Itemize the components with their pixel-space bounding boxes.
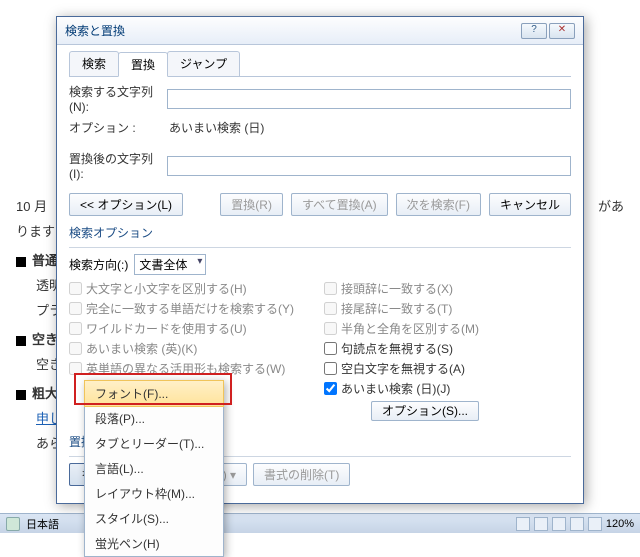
doc-heading: 粗大 bbox=[32, 386, 58, 401]
status-language[interactable]: 日本語 bbox=[26, 516, 59, 532]
chk-label: 空白文字を無視する(A) bbox=[341, 360, 465, 377]
chk-label: ワイルドカードを使用する(U) bbox=[86, 320, 247, 337]
menu-item-font[interactable]: フォント(F)... bbox=[84, 380, 224, 407]
view-btn[interactable] bbox=[552, 517, 566, 531]
help-button[interactable]: ? bbox=[521, 23, 547, 39]
find-what-input[interactable] bbox=[167, 89, 571, 109]
chk-word-forms bbox=[69, 362, 82, 375]
chk-label: 接尾辞に一致する(T) bbox=[341, 300, 452, 317]
chk-label: 完全に一致する単語だけを検索する(Y) bbox=[86, 300, 294, 317]
chk-label: 句読点を無視する(S) bbox=[341, 340, 453, 357]
replace-button[interactable]: 置換(R) bbox=[220, 193, 283, 216]
direction-label: 検索方向(:) bbox=[69, 256, 128, 273]
chk-ignore-punct[interactable] bbox=[324, 342, 337, 355]
tab-find[interactable]: 検索 bbox=[69, 51, 119, 76]
search-options-heading: 検索オプション bbox=[69, 224, 571, 241]
find-next-button[interactable]: 次を検索(F) bbox=[396, 193, 481, 216]
view-btn[interactable] bbox=[588, 517, 602, 531]
less-options-button[interactable]: << オプション(L) bbox=[69, 193, 183, 216]
tab-goto[interactable]: ジャンプ bbox=[167, 51, 240, 76]
no-formatting-button[interactable]: 書式の削除(T) bbox=[253, 463, 350, 486]
divider bbox=[69, 247, 571, 248]
tab-replace[interactable]: 置換 bbox=[118, 52, 168, 77]
chk-whole-word bbox=[69, 302, 82, 315]
doc-text: 10 月 bbox=[16, 199, 47, 214]
chk-label: あいまい検索 (日)(J) bbox=[341, 380, 450, 397]
doc-heading: 空き bbox=[32, 332, 58, 347]
cancel-button[interactable]: キャンセル bbox=[489, 193, 571, 216]
sounds-like-options-button[interactable]: オプション(S)... bbox=[371, 401, 479, 421]
replace-with-input[interactable] bbox=[167, 156, 571, 176]
bullet-icon bbox=[16, 390, 26, 400]
find-what-label: 検索する文字列(N): bbox=[69, 83, 167, 114]
zoom-value[interactable]: 120% bbox=[606, 518, 634, 530]
close-button[interactable]: ✕ bbox=[549, 23, 575, 39]
chk-suffix bbox=[324, 302, 337, 315]
chk-label: あいまい検索 (英)(K) bbox=[86, 340, 197, 357]
status-icon[interactable] bbox=[6, 517, 20, 531]
direction-select[interactable]: 文書全体 bbox=[134, 254, 206, 275]
chk-label: 半角と全角を区別する(M) bbox=[341, 320, 479, 337]
options-label: オプション : bbox=[69, 119, 167, 136]
dialog-titlebar[interactable]: 検索と置換 ? ✕ bbox=[57, 17, 583, 45]
tab-strip: 検索 置換 ジャンプ bbox=[69, 51, 571, 77]
view-btn[interactable] bbox=[534, 517, 548, 531]
view-btn[interactable] bbox=[570, 517, 584, 531]
replace-all-button[interactable]: すべて置換(A) bbox=[291, 193, 388, 216]
format-popup-menu: フォント(F)... 段落(P)... タブとリーダー(T)... 言語(L).… bbox=[84, 380, 224, 557]
chk-wildcards bbox=[69, 322, 82, 335]
doc-text: があ bbox=[598, 196, 624, 215]
chk-sounds-like-en bbox=[69, 342, 82, 355]
menu-item-tabs[interactable]: タブとリーダー(T)... bbox=[85, 431, 223, 456]
options-value: あいまい検索 (日) bbox=[169, 119, 264, 136]
chk-ignore-space[interactable] bbox=[324, 362, 337, 375]
chk-label: 大文字と小文字を区別する(H) bbox=[86, 280, 247, 297]
menu-item-highlight[interactable]: 蛍光ペン(H) bbox=[85, 531, 223, 556]
chk-label: 接頭辞に一致する(X) bbox=[341, 280, 453, 297]
dialog-title: 検索と置換 bbox=[65, 22, 125, 39]
chk-label: 英単語の異なる活用形も検索する(W) bbox=[86, 360, 285, 377]
replace-with-label: 置換後の文字列(I): bbox=[69, 150, 167, 181]
menu-item-frame[interactable]: レイアウト枠(M)... bbox=[85, 481, 223, 506]
bullet-icon bbox=[16, 257, 26, 267]
bullet-icon bbox=[16, 336, 26, 346]
menu-item-paragraph[interactable]: 段落(P)... bbox=[85, 406, 223, 431]
view-btn[interactable] bbox=[516, 517, 530, 531]
chk-prefix bbox=[324, 282, 337, 295]
chk-sounds-like-jp[interactable] bbox=[324, 382, 337, 395]
doc-heading: 普通 bbox=[32, 253, 58, 268]
menu-item-style[interactable]: スタイル(S)... bbox=[85, 506, 223, 531]
chk-match-case bbox=[69, 282, 82, 295]
chk-width bbox=[324, 322, 337, 335]
menu-item-language[interactable]: 言語(L)... bbox=[85, 456, 223, 481]
